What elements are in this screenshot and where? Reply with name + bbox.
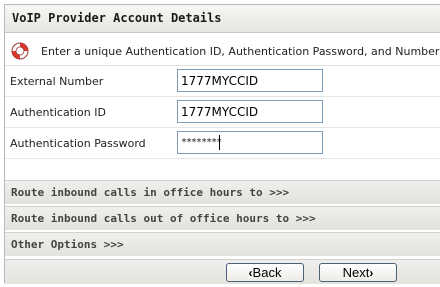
- info-message: Enter a unique Authentication ID, Authen…: [5, 34, 440, 66]
- back-button-label: Back: [252, 264, 282, 280]
- next-button-label: Next: [342, 264, 370, 280]
- section-other-options[interactable]: Other Options >>>: [5, 232, 440, 256]
- lifebuoy-icon: [11, 42, 29, 60]
- external-number-row: External Number: [5, 66, 440, 97]
- page-title: VoIP Provider Account Details: [12, 11, 222, 25]
- wizard-footer: ‹Back Next›: [5, 259, 440, 284]
- other-options-link[interactable]: Other Options >>>: [11, 238, 124, 251]
- auth-id-row: Authentication ID: [5, 97, 440, 128]
- info-text: Enter a unique Authentication ID, Authen…: [41, 45, 440, 58]
- panel-header: VoIP Provider Account Details: [5, 5, 440, 33]
- auth-id-input[interactable]: [177, 100, 323, 123]
- back-button[interactable]: ‹Back: [226, 263, 304, 282]
- password-mask: ********: [181, 137, 222, 148]
- text-caret: [219, 135, 220, 150]
- auth-id-label: Authentication ID: [10, 106, 106, 119]
- next-button[interactable]: Next›: [319, 263, 397, 282]
- external-number-label: External Number: [10, 75, 104, 88]
- external-number-input[interactable]: [177, 69, 323, 92]
- office-hours-link[interactable]: Route inbound calls in office hours to >…: [11, 186, 289, 199]
- out-of-office-link[interactable]: Route inbound calls out of office hours …: [11, 212, 316, 225]
- auth-password-label: Authentication Password: [10, 137, 146, 150]
- section-out-of-office[interactable]: Route inbound calls out of office hours …: [5, 206, 440, 230]
- auth-password-input[interactable]: ********: [177, 131, 323, 154]
- provider-account-panel: VoIP Provider Account Details Enter a un…: [4, 4, 440, 284]
- chevron-right-icon: ›: [369, 265, 374, 280]
- section-office-hours[interactable]: Route inbound calls in office hours to >…: [5, 180, 440, 204]
- auth-password-row: Authentication Password ********: [5, 128, 440, 159]
